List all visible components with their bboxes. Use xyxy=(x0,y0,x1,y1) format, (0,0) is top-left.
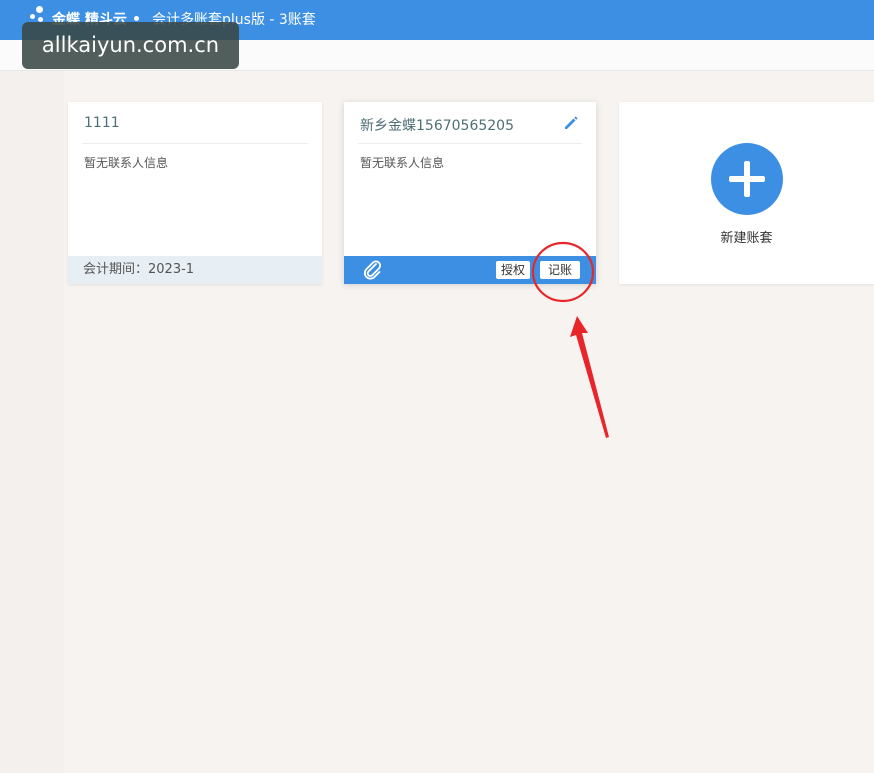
edit-icon[interactable] xyxy=(562,114,580,132)
account-set-card[interactable]: 新乡金蝶15670565205 暂无联系人信息 授权 记账 xyxy=(344,102,596,284)
card-divider xyxy=(82,143,308,144)
accounting-period: 会计期间：2023-1 xyxy=(83,262,195,277)
card-divider xyxy=(358,143,582,144)
watermark: allkaiyun.com.cn xyxy=(22,22,239,69)
contact-info: 暂无联系人信息 xyxy=(360,156,445,170)
card-action-bar: 授权 记账 xyxy=(344,256,596,284)
new-account-set-label: 新建账套 xyxy=(720,231,773,246)
account-set-card[interactable]: 1111 暂无联系人信息 会计期间：2023-1 xyxy=(68,102,322,284)
left-sidebar xyxy=(0,71,64,773)
accounting-period-bar: 会计期间：2023-1 xyxy=(68,256,322,284)
authorize-button[interactable]: 授权 xyxy=(496,261,530,279)
account-set-name: 1111 xyxy=(84,115,120,131)
plus-icon[interactable] xyxy=(711,143,783,215)
paperclip-icon[interactable] xyxy=(362,260,384,280)
bookkeeping-button[interactable]: 记账 xyxy=(540,261,580,279)
title-separator xyxy=(134,16,139,21)
annotation-arrow xyxy=(570,316,609,438)
account-set-name: 新乡金蝶15670565205 xyxy=(360,118,514,134)
contact-info: 暂无联系人信息 xyxy=(84,156,169,170)
new-account-set-card[interactable]: 新建账套 xyxy=(619,102,874,284)
